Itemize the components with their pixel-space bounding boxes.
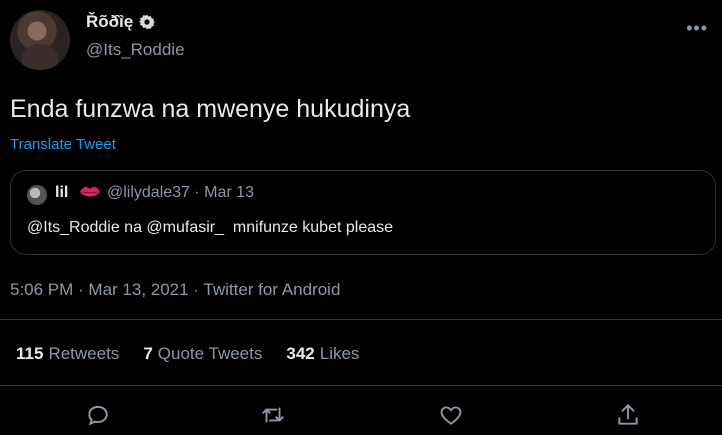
divider	[0, 385, 722, 386]
reply-icon[interactable]	[85, 402, 111, 428]
quotes-label: Quote Tweets	[157, 344, 263, 363]
retweets-count: 115	[16, 344, 44, 363]
tweet-actions	[0, 402, 722, 432]
author-avatar[interactable]	[10, 10, 70, 70]
more-icon[interactable]: •••	[686, 18, 708, 39]
likes-count: 342	[286, 344, 315, 363]
translate-tweet-link[interactable]: Translate Tweet	[10, 136, 116, 153]
quoted-author-name: lil	[55, 184, 69, 201]
tweet-stats: 115 Retweets 7 Quote Tweets 342 Likes	[16, 344, 359, 364]
quoted-meta: @lilydale37 · Mar 13	[107, 184, 254, 201]
quotes-count: 7	[143, 344, 153, 363]
like-icon[interactable]	[438, 402, 464, 428]
quoted-text: @Its_Roddie na @mufasir_ mnifunze kubet …	[27, 219, 394, 236]
author-handle[interactable]: @Its_Roddie	[86, 40, 185, 60]
quoted-avatar	[27, 185, 47, 205]
quote-tweets-stat[interactable]: 7 Quote Tweets	[143, 344, 262, 364]
divider	[0, 319, 722, 320]
verified-badge-icon	[139, 14, 156, 30]
tweet-timestamp[interactable]: 5:06 PM · Mar 13, 2021 · Twitter for And…	[10, 280, 340, 300]
tweet-text: Enda funzwa na mwenye hukudinya	[10, 95, 411, 123]
retweet-icon[interactable]	[260, 402, 286, 428]
retweets-stat[interactable]: 115 Retweets	[16, 344, 119, 364]
lips-emoji-icon	[79, 183, 101, 201]
share-icon[interactable]	[615, 402, 641, 428]
likes-stat[interactable]: 342 Likes	[286, 344, 359, 364]
likes-label: Likes	[319, 344, 360, 363]
author-name[interactable]: Řõðȉę	[86, 12, 133, 32]
author-name-row: Řõðȉę	[86, 12, 156, 32]
quoted-tweet[interactable]: lil @lilydale37 · Mar 13 @Its_Roddie na …	[10, 170, 716, 255]
retweets-label: Retweets	[48, 344, 120, 363]
